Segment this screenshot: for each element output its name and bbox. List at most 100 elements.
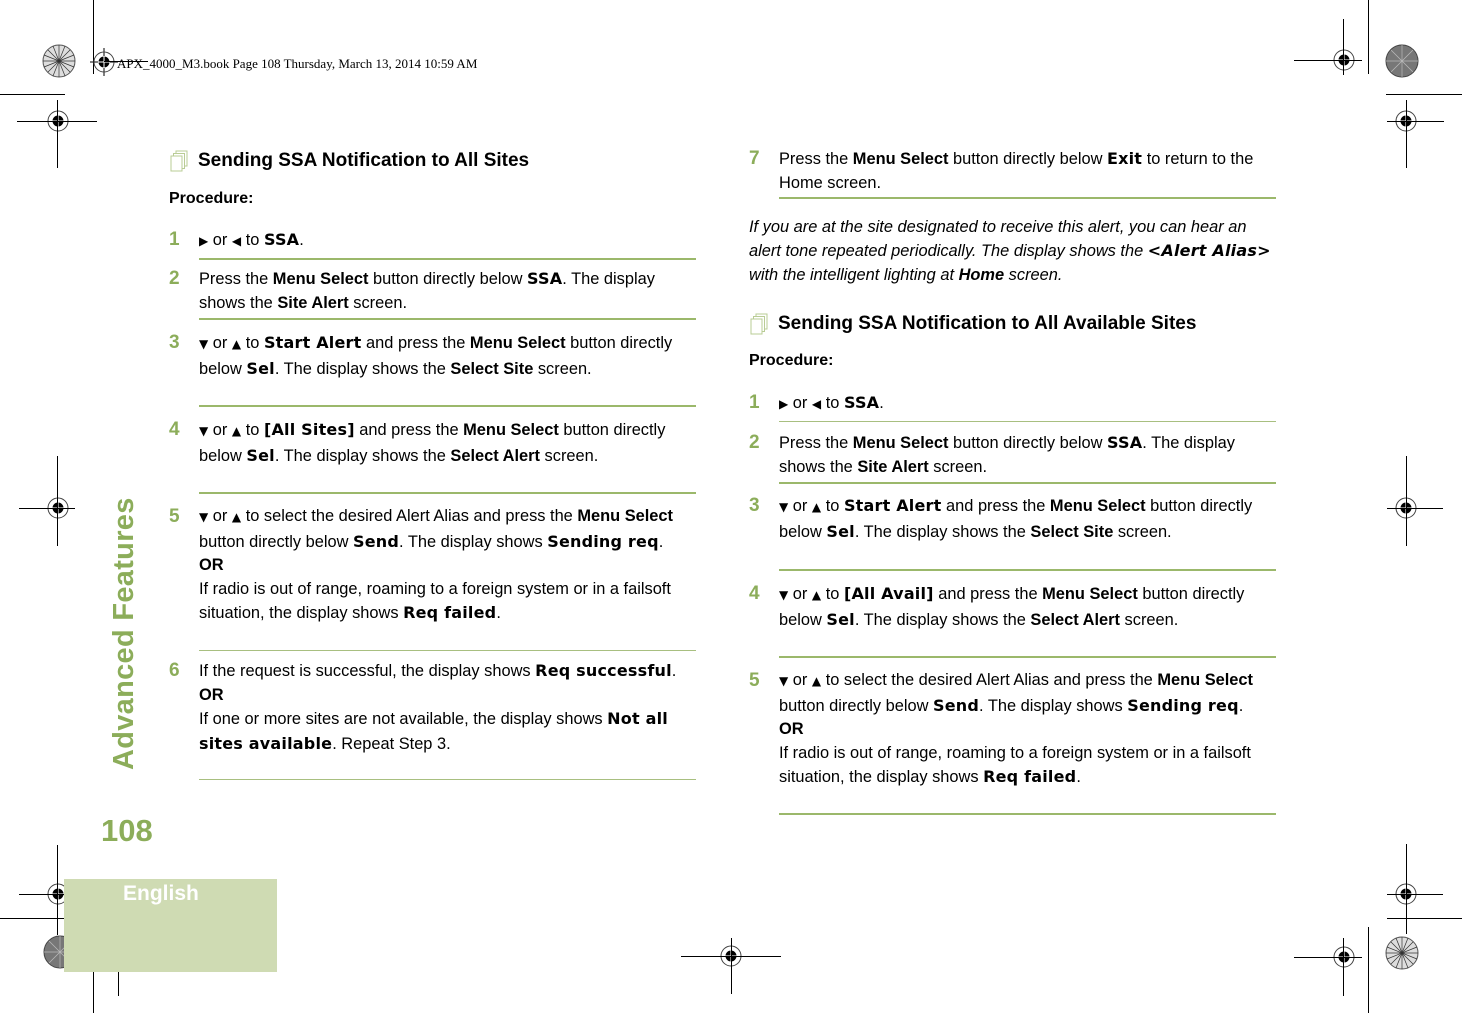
or-label: OR xyxy=(199,556,224,574)
text-segment: Menu Select xyxy=(1042,585,1138,603)
color-bar-burst-icon xyxy=(1385,936,1419,970)
text-segment: Start Alert xyxy=(263,333,362,352)
step-divider xyxy=(199,650,696,651)
text-segment: If the request is successful, the displa… xyxy=(199,662,536,680)
step-divider xyxy=(199,779,696,780)
text-segment: . The display shows the xyxy=(274,359,451,378)
step-number: 6 xyxy=(169,660,180,681)
crop-line xyxy=(1343,19,1344,75)
text-segment: SSA xyxy=(1106,433,1143,452)
crop-line xyxy=(1406,100,1407,168)
text-segment: Press the xyxy=(779,434,853,452)
text-segment: screen. xyxy=(348,293,408,312)
crop-line xyxy=(57,845,58,935)
text-segment: button directly below xyxy=(779,696,933,715)
step-text: ▶ or ◀ to SSA. xyxy=(779,391,884,417)
crop-line xyxy=(0,94,65,95)
text-segment: Menu Select xyxy=(852,150,949,168)
step-text: ▼ or ▲ to select the desired Alert Alias… xyxy=(199,505,689,626)
text-segment: Sel xyxy=(246,358,275,378)
color-bar-burst-icon xyxy=(1385,44,1419,78)
crop-line xyxy=(1406,456,1407,546)
text-segment: Select Alert xyxy=(1030,610,1120,629)
step-divider xyxy=(199,405,696,407)
up-arrow-icon: ▲ xyxy=(811,588,822,602)
up-arrow-icon: ▲ xyxy=(231,510,242,524)
text-segment: If one or more sites are not available, … xyxy=(199,710,608,728)
step-number: 3 xyxy=(749,495,760,516)
text-segment: SSA xyxy=(843,393,880,412)
text-segment: Req successful xyxy=(535,661,672,680)
step-divider xyxy=(779,482,1276,484)
crop-line xyxy=(19,508,75,509)
text-segment: Sel xyxy=(826,609,855,629)
crop-line xyxy=(1387,894,1443,895)
lcd-text: SSA xyxy=(263,230,300,249)
text-segment: screen. xyxy=(533,359,592,378)
step-text: ▼ or ▲ to Start Alert and press the Menu… xyxy=(199,331,689,381)
text-segment: and press the xyxy=(361,334,470,352)
text-segment: Select Site xyxy=(1030,522,1114,541)
step-text: Press the Menu Select button directly be… xyxy=(199,267,669,315)
step-number: 4 xyxy=(749,583,760,604)
text-segment: button directly below xyxy=(368,270,527,288)
text-segment: to xyxy=(821,394,844,412)
section-title-text: Sending SSA Notification to All Sites xyxy=(198,150,530,171)
down-arrow-icon: ▼ xyxy=(199,337,209,351)
crop-line xyxy=(57,456,58,546)
text-segment: or xyxy=(208,334,232,352)
text-segment: screen. xyxy=(1004,266,1063,284)
text-segment: [All Sites] xyxy=(263,420,355,439)
page-number: 108 xyxy=(101,813,153,848)
text-segment: Menu Select xyxy=(577,507,673,525)
up-arrow-icon: ▲ xyxy=(231,424,242,438)
step-number: 5 xyxy=(749,670,760,691)
step-divider xyxy=(779,197,1276,199)
text-segment: Site Alert xyxy=(277,293,349,312)
text-segment: Req failed xyxy=(403,603,497,622)
step-text: Press the Menu Select button directly be… xyxy=(779,147,1274,195)
step-number: 4 xyxy=(169,419,180,440)
step-text: ▼ or ▲ to [All Avail] and press the Menu… xyxy=(779,582,1269,632)
step-number: 5 xyxy=(169,506,180,527)
text-segment: Menu Select xyxy=(1049,497,1146,515)
text-segment: to xyxy=(821,585,844,603)
chapter-title: Advanced Features xyxy=(108,497,140,770)
text-segment: Menu Select xyxy=(463,421,559,439)
crop-line xyxy=(1406,844,1407,934)
step-divider xyxy=(199,318,696,320)
step-text: Press the Menu Select button directly be… xyxy=(779,431,1249,479)
text-segment: and press the xyxy=(941,497,1050,515)
step-divider xyxy=(779,421,1276,422)
text-segment: or xyxy=(788,671,812,689)
section-title: Sending SSA Notification to All Sites xyxy=(169,150,529,172)
text-segment: Sel xyxy=(826,521,855,541)
text-segment: to xyxy=(241,421,264,439)
crop-line xyxy=(731,938,732,994)
registration-mark-icon xyxy=(90,48,118,76)
step-number: 2 xyxy=(169,268,180,289)
crop-line xyxy=(1387,918,1462,919)
text-segment: . xyxy=(671,662,677,680)
text-segment: Menu Select xyxy=(1157,671,1253,689)
text-segment: or xyxy=(788,394,812,412)
or-label: OR xyxy=(199,685,224,704)
text-segment: Exit xyxy=(1106,149,1143,168)
right-arrow-icon: ▶ xyxy=(199,234,209,248)
step-number: 3 xyxy=(169,332,180,353)
text-segment: Start Alert xyxy=(843,496,942,515)
section-title-text: Sending SSA Notification to All Availabl… xyxy=(778,313,1197,334)
text-segment: button directly below xyxy=(948,150,1107,168)
text-segment: Press the xyxy=(199,270,273,288)
step-text: ▼ or ▲ to Start Alert and press the Menu… xyxy=(779,494,1269,544)
step-divider xyxy=(779,656,1276,658)
crop-line xyxy=(1343,938,1344,996)
or-label: OR xyxy=(779,720,804,738)
text-segment: Sel xyxy=(246,445,275,465)
text-segment: to xyxy=(821,497,844,515)
crop-line xyxy=(1387,121,1444,122)
text-segment: . xyxy=(1076,768,1081,786)
crop-line xyxy=(1387,508,1443,509)
text-segment: screen. xyxy=(540,446,599,465)
down-arrow-icon: ▼ xyxy=(199,424,209,438)
